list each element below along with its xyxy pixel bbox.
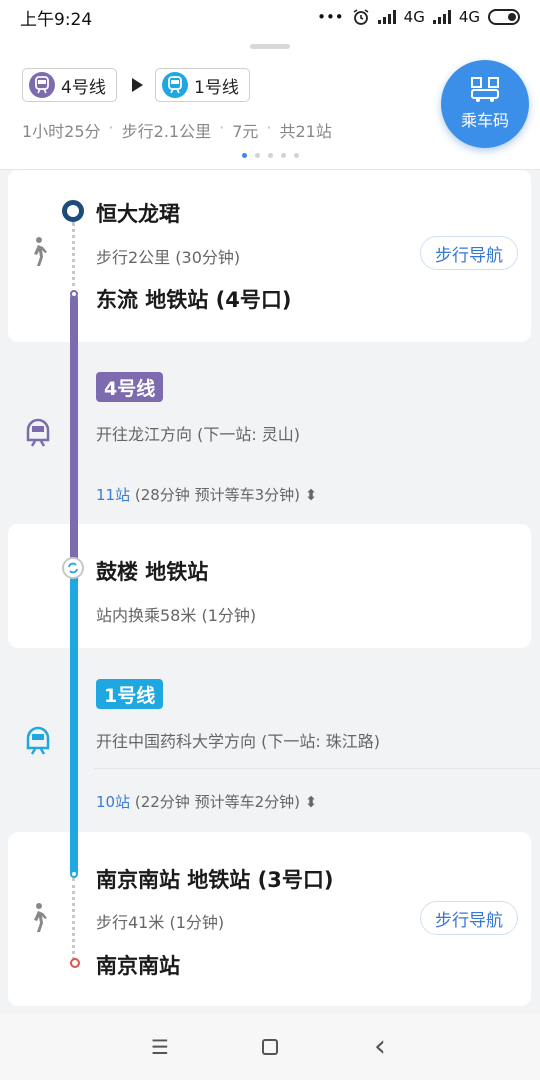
more-dots-icon: ••• <box>317 8 344 26</box>
metro-icon <box>162 72 188 98</box>
bus-qr-icon <box>471 77 499 102</box>
line1-route-bar <box>70 572 78 876</box>
line1-direction: 开往中国药科大学方向 (下一站: 珠江路) <box>96 732 381 751</box>
walking-person-icon <box>34 237 47 266</box>
trip-walk-distance: 步行2.1公里 <box>121 122 212 141</box>
signal-icon-2 <box>432 10 451 24</box>
end-node-icon <box>70 958 80 968</box>
walk-path-line <box>72 222 75 294</box>
line-chip-label: 4号线 <box>61 77 106 98</box>
walk-navigation-button[interactable]: 步行导航 <box>420 236 518 270</box>
metro-icon <box>29 72 55 98</box>
network-type-2: 4G <box>458 8 480 26</box>
home-button[interactable] <box>255 1032 285 1062</box>
alarm-icon <box>353 9 369 25</box>
line1-stop-detail: (22分钟 预计等车2分钟) <box>130 793 305 811</box>
ride-code-button[interactable]: 乘车码 <box>441 60 529 148</box>
line4-badge: 4号线 <box>96 372 164 402</box>
menu-icon: ☰ <box>151 1035 169 1059</box>
line1-stop-count: 10站 <box>96 793 131 811</box>
start-node-icon <box>62 200 84 222</box>
battery-icon <box>488 9 520 25</box>
line4-stops-toggle[interactable]: 11站 (28分钟 预计等车3分钟) ⬍ <box>96 484 317 505</box>
line1-badge: 1号线 <box>96 679 164 709</box>
trip-fare: 7元 <box>232 122 259 141</box>
metro-icon <box>26 418 50 447</box>
line-chip-label: 1号线 <box>194 77 239 98</box>
walk-end-description: 步行41米 (1分钟) <box>96 913 225 932</box>
status-time: 上午9:24 <box>20 9 93 30</box>
trip-stop-count: 共21站 <box>279 122 332 141</box>
walk-start-description: 步行2公里 (30分钟) <box>96 248 241 267</box>
station-node <box>70 290 78 298</box>
line4-route-bar <box>70 294 78 568</box>
line-chip-1[interactable]: 1号线 <box>155 68 250 102</box>
boarding-station-name: 东流 地铁站 (4号口) <box>96 288 292 312</box>
line4-stop-detail: (28分钟 预计等车3分钟) <box>130 486 305 504</box>
divider <box>94 768 540 769</box>
status-icons: ••• 4G 4G <box>317 8 520 26</box>
transfer-card <box>8 524 531 648</box>
trip-summary: 1小时25分 · 步行2.1公里 · 7元 · 共21站 <box>22 118 332 141</box>
arrow-right-icon <box>132 78 143 92</box>
expand-icon: ⬍ <box>304 793 318 811</box>
home-square-icon <box>262 1039 278 1055</box>
line1-stops-toggle[interactable]: 10站 (22分钟 预计等车2分钟) ⬍ <box>96 791 317 812</box>
walk-navigation-button[interactable]: 步行导航 <box>420 901 518 935</box>
drag-handle[interactable] <box>250 44 290 49</box>
transfer-icon <box>62 557 84 579</box>
destination-name: 南京南站 <box>96 954 180 978</box>
expand-icon: ⬍ <box>304 486 318 504</box>
back-button[interactable]: ‹ <box>365 1032 395 1062</box>
station-node <box>70 870 78 878</box>
network-type-1: 4G <box>403 8 425 26</box>
metro-icon <box>26 726 50 755</box>
menu-button[interactable]: ☰ <box>145 1032 175 1062</box>
ride-code-label: 乘车码 <box>460 111 509 130</box>
alighting-station-name: 南京南站 地铁站 (3号口) <box>96 868 334 892</box>
system-nav-bar: ☰ ‹ <box>0 1014 540 1080</box>
back-icon: ‹ <box>374 1029 386 1064</box>
status-bar: 上午9:24 ••• 4G 4G <box>0 0 540 34</box>
trip-duration: 1小时25分 <box>22 122 101 141</box>
walking-person-icon <box>34 903 47 932</box>
route-summary-header[interactable]: 4号线 1号线 1小时25分 · 步行2.1公里 · 7元 · 共21站 乘车码 <box>0 34 540 170</box>
transfer-description: 站内换乘58米 (1分钟) <box>96 606 257 625</box>
signal-icon <box>377 10 396 24</box>
transfer-station-name: 鼓楼 地铁站 <box>96 560 209 584</box>
walk-path-line <box>72 878 75 960</box>
line-chip-4[interactable]: 4号线 <box>22 68 117 102</box>
page-indicator <box>242 153 299 158</box>
start-location-name: 恒大龙珺 <box>96 202 180 226</box>
line4-direction: 开往龙江方向 (下一站: 灵山) <box>96 425 301 444</box>
line4-stop-count: 11站 <box>96 486 131 504</box>
